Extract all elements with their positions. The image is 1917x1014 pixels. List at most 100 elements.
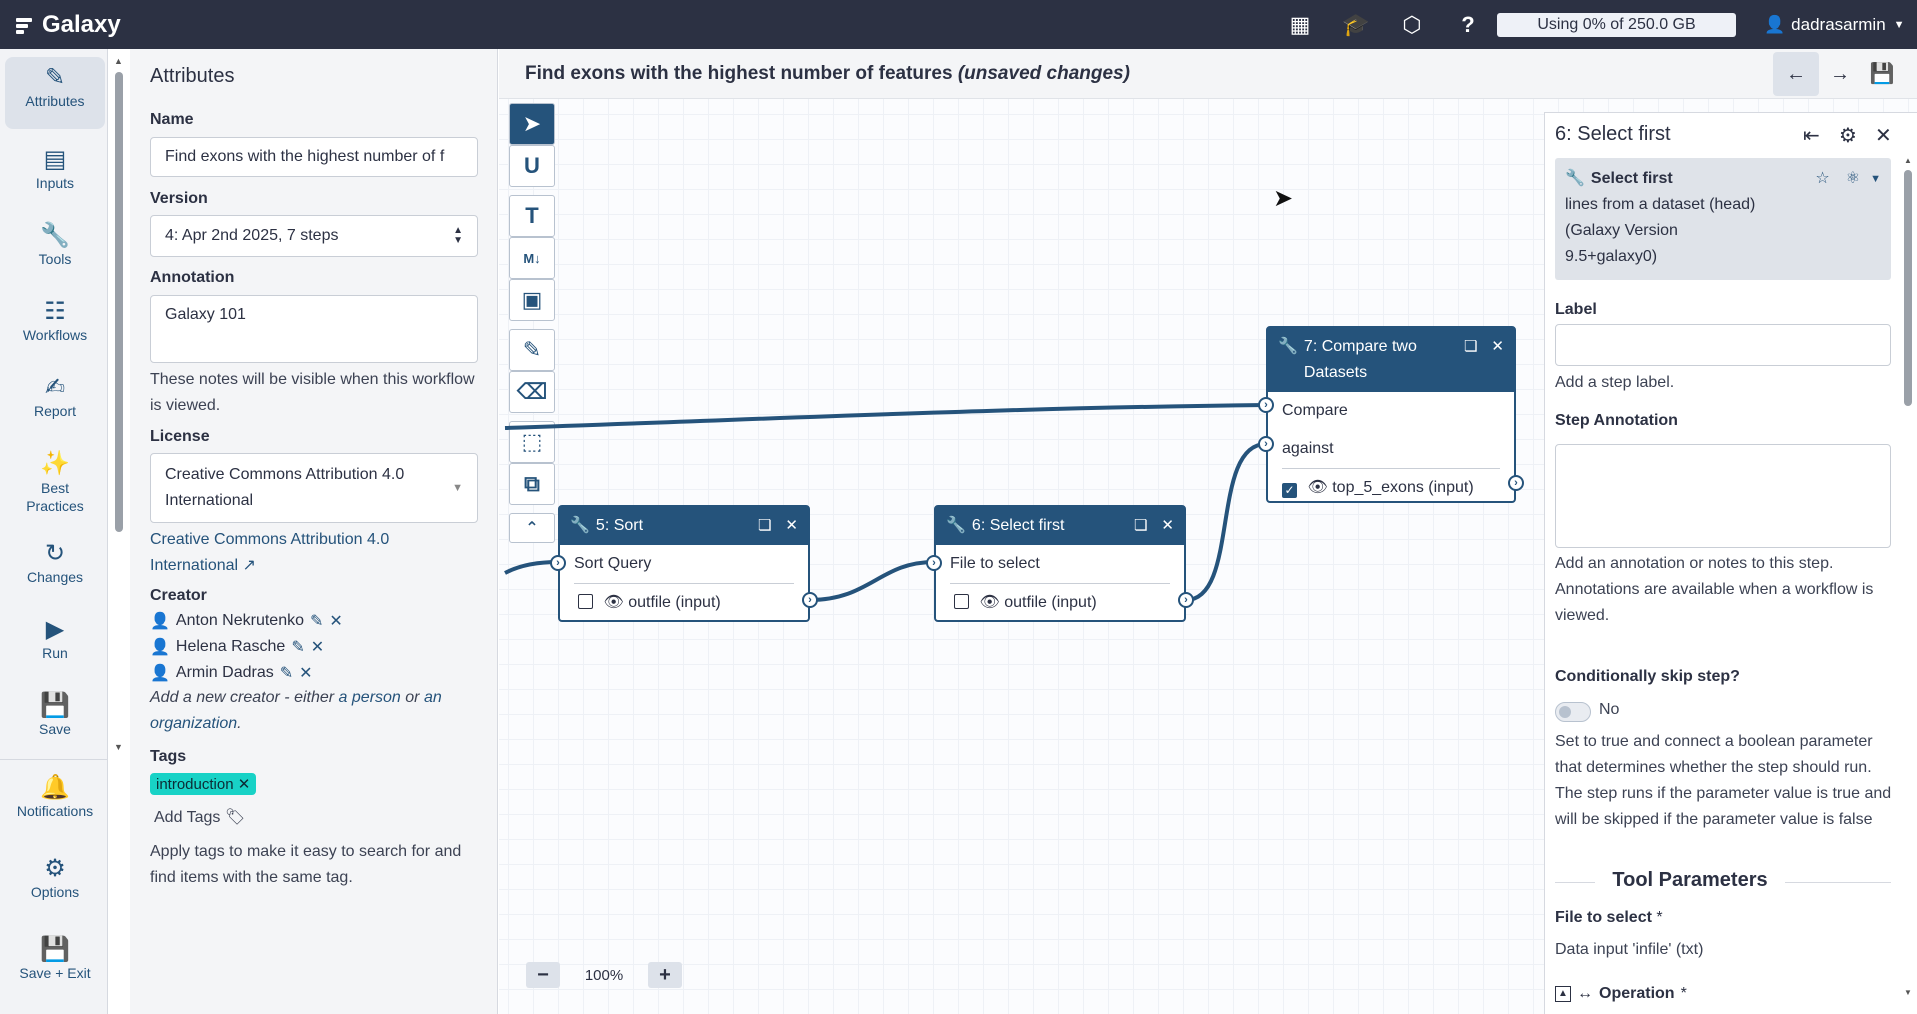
galaxy-logo-icon <box>16 16 36 34</box>
input-terminal[interactable]: › <box>550 555 566 571</box>
caret-down-icon[interactable]: ▼ <box>1870 166 1881 192</box>
galaxy-brand[interactable]: Galaxy <box>16 11 121 39</box>
license-link[interactable]: Creative Commons Attribution 4.0 Interna… <box>150 527 490 579</box>
undo-button[interactable]: ← <box>1773 52 1819 96</box>
eye-icon[interactable]: 👁 <box>979 594 999 611</box>
quota-meter[interactable]: Using 0% of 250.0 GB <box>1497 13 1736 37</box>
graduation-cap-icon[interactable]: 🎓 <box>1328 12 1384 38</box>
remove-creator-icon[interactable]: ✕ <box>311 637 324 657</box>
output-terminal[interactable]: › <box>1178 592 1194 608</box>
markdown-tool[interactable]: M↓ <box>509 237 555 279</box>
user-menu[interactable]: 👤 dadrasarmin ▼ <box>1764 0 1905 49</box>
tag-introduction[interactable]: introduction ✕ <box>150 773 257 795</box>
step-label-input[interactable] <box>1555 324 1891 366</box>
annotation-help: These notes will be visible when this wo… <box>150 371 475 414</box>
collapse-section-icon[interactable]: ▲ <box>1555 986 1571 1002</box>
activity-report[interactable]: ✍ Report <box>5 367 105 433</box>
scroll-down-icon[interactable]: ▼ <box>114 742 123 752</box>
close-icon[interactable]: ✕ <box>1161 513 1174 539</box>
node-header[interactable]: 🔧 7: Compare two Datasets ❏ ✕ <box>1268 328 1514 392</box>
activity-inputs[interactable]: ▤ Inputs <box>5 139 105 205</box>
input-terminal[interactable]: › <box>926 555 942 571</box>
wrench-icon: 🔧 <box>40 222 70 249</box>
step-panel-scrollbar[interactable]: ▲ ▼ <box>1903 156 1913 1010</box>
workflow-node-compare[interactable]: 🔧 7: Compare two Datasets ❏ ✕ Compare ag… <box>1266 326 1516 503</box>
step-annotation-textarea[interactable] <box>1555 444 1891 548</box>
pencil-icon: ✎ <box>44 64 66 91</box>
scroll-up-icon[interactable]: ▲ <box>114 56 123 66</box>
collapse-panel-icon[interactable]: ⇤ <box>1803 123 1820 148</box>
output-terminal[interactable]: › <box>802 592 818 608</box>
remove-creator-icon[interactable]: ✕ <box>299 663 312 683</box>
input-terminal[interactable]: › <box>1258 397 1274 413</box>
interactive-tools-icon[interactable]: ⬡ <box>1384 12 1440 38</box>
help-icon[interactable]: ? <box>1440 12 1496 38</box>
clone-icon[interactable]: ❏ <box>1134 513 1147 539</box>
activity-run[interactable]: ▶ Run <box>5 609 105 675</box>
username: dadrasarmin <box>1791 14 1886 34</box>
activity-workflows[interactable]: ☷ Workflows <box>5 291 105 357</box>
workflow-node-select-first[interactable]: 🔧 6: Select first ❏ ✕ File to select 👁 o… <box>934 505 1186 622</box>
output-checkbox-checked[interactable]: ✓ <box>1282 483 1297 498</box>
version-select[interactable]: 4: Apr 2nd 2025, 7 steps ▲ ▼ <box>150 215 478 257</box>
frame-tool[interactable]: ▣ <box>509 279 555 321</box>
activity-scrollbar[interactable]: ▲ ▼ <box>113 56 125 756</box>
star-icon[interactable]: ☆ <box>1815 166 1829 192</box>
operation-label[interactable]: ▲ ↔ Operation * <box>1555 985 1687 1003</box>
clone-icon[interactable]: ❏ <box>1464 334 1477 360</box>
zoom-in-button[interactable]: + <box>648 962 682 988</box>
eraser-tool[interactable]: ⌫ <box>509 371 555 413</box>
name-input[interactable]: Find exons with the highest number of f <box>150 137 478 177</box>
edit-creator-icon[interactable]: ✎ <box>291 637 304 657</box>
eye-icon[interactable]: 👁 <box>1307 479 1327 496</box>
pencil-icon: ✎ <box>522 337 542 362</box>
close-icon[interactable]: ✕ <box>785 513 798 539</box>
tool-versions-icon[interactable]: ⚛ <box>1846 166 1860 192</box>
save-button[interactable]: 💾 <box>1859 52 1905 96</box>
output-checkbox[interactable] <box>578 594 593 609</box>
activity-options[interactable]: ⚙ Options <box>5 848 105 914</box>
output-checkbox[interactable] <box>954 594 969 609</box>
scroll-down-icon[interactable]: ▼ <box>1904 988 1912 997</box>
zoom-out-button[interactable]: − <box>526 962 560 988</box>
skip-toggle[interactable] <box>1555 702 1591 722</box>
activity-save[interactable]: 💾 Save <box>5 685 105 751</box>
add-person-link[interactable]: a person <box>339 689 401 706</box>
close-icon[interactable]: ✕ <box>1875 123 1892 148</box>
edit-creator-icon[interactable]: ✎ <box>280 663 293 683</box>
activity-changes[interactable]: ↻ Changes <box>5 533 105 599</box>
file-select-label: File to select * <box>1555 909 1663 926</box>
gear-icon[interactable]: ⚙ <box>1839 123 1857 148</box>
activity-save-exit[interactable]: 💾 Save + Exit <box>5 929 105 995</box>
auto-layout-tool[interactable]: ⧉ <box>509 463 555 505</box>
license-label: License <box>150 428 210 445</box>
output-terminal[interactable]: › <box>1508 475 1524 491</box>
box-select-tool[interactable]: ⬚ <box>509 421 555 463</box>
node-header[interactable]: 🔧 5: Sort ❏ ✕ <box>560 507 808 545</box>
add-tags-button[interactable]: Add Tags 🏷 <box>154 805 494 831</box>
apps-grid-icon[interactable]: ▦ <box>1272 12 1328 38</box>
remove-tag-icon[interactable]: ✕ <box>238 776 251 793</box>
remove-creator-icon[interactable]: ✕ <box>329 611 342 631</box>
pen-tool[interactable]: ✎ <box>509 329 555 371</box>
redo-button[interactable]: → <box>1817 52 1863 96</box>
license-select[interactable]: Creative Commons Attribution 4.0 Interna… <box>150 453 478 523</box>
pointer-tool[interactable]: ➤ <box>509 103 555 145</box>
activity-tools[interactable]: 🔧 Tools <box>5 215 105 281</box>
eye-icon[interactable]: 👁 <box>603 594 623 611</box>
annotation-textarea[interactable]: Galaxy 101 <box>150 295 478 363</box>
activity-attributes[interactable]: ✎ Attributes <box>5 57 105 129</box>
edit-creator-icon[interactable]: ✎ <box>310 611 323 631</box>
collapse-toolbox-button[interactable]: ⌃ <box>509 513 555 543</box>
activity-notifications[interactable]: 🔔 Notifications <box>5 767 105 833</box>
scroll-up-icon[interactable]: ▲ <box>1904 156 1912 165</box>
node-header[interactable]: 🔧 6: Select first ❏ ✕ <box>936 507 1184 545</box>
zoom-level[interactable]: 100% <box>560 967 648 984</box>
text-tool[interactable]: T <box>509 195 555 237</box>
clone-icon[interactable]: ❏ <box>758 513 771 539</box>
activity-best-practices[interactable]: ✨ Best Practices <box>5 443 105 523</box>
snap-tool[interactable]: U <box>509 145 555 187</box>
workflow-node-sort[interactable]: 🔧 5: Sort ❏ ✕ Sort Query 👁 outfile (inpu… <box>558 505 810 622</box>
input-terminal[interactable]: › <box>1258 436 1274 452</box>
close-icon[interactable]: ✕ <box>1491 334 1504 360</box>
